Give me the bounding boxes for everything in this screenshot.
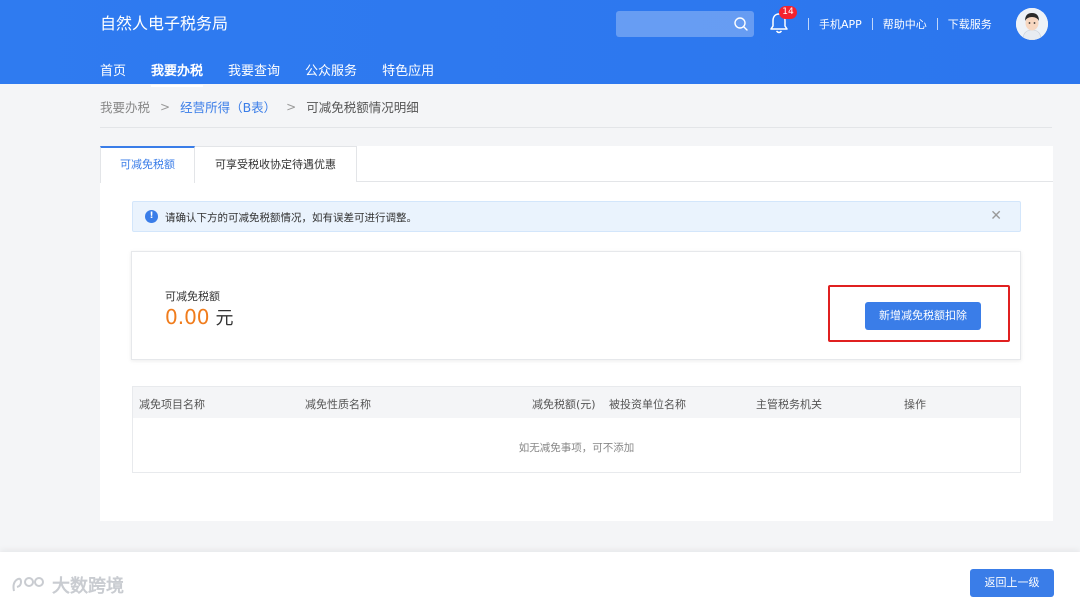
top-header: 自然人电子税务局 14 手机APP 帮助中心 下载服务 首页 我要办税 我要查询 — [0, 0, 1080, 87]
site-brand[interactable]: 自然人电子税务局 — [100, 13, 228, 35]
tab-bar: 可减免税额 可享受税收协定待遇优惠 — [100, 146, 1053, 183]
tab-treaty-benefits[interactable]: 可享受税收协定待遇优惠 — [195, 146, 357, 182]
avatar[interactable] — [1016, 8, 1048, 40]
amount-label: 可减免税额 — [165, 290, 220, 303]
main-nav: 首页 我要办税 我要查询 公众服务 特色应用 — [100, 60, 459, 87]
footer-bar: 大数跨境 返回上一级 — [0, 552, 1080, 606]
column-header: 主管税务机关 — [756, 398, 822, 411]
main-panel: 可减免税额 可享受税收协定待遇优惠 ! 请确认下方的可减免税额情况，如有误差可进… — [100, 146, 1053, 521]
top-links: 手机APP 帮助中心 下载服务 — [798, 16, 992, 32]
notification-badge: 14 — [779, 6, 797, 19]
divider — [871, 18, 873, 30]
amount-unit: 元 — [215, 308, 234, 329]
nav-item-query[interactable]: 我要查询 — [228, 60, 280, 87]
nav-item-tax-filing[interactable]: 我要办税 — [151, 60, 204, 87]
breadcrumb-item-tax-filing[interactable]: 我要办税 — [100, 97, 150, 116]
close-icon[interactable]: ✕ — [990, 208, 1002, 224]
column-header: 被投资单位名称 — [609, 398, 686, 411]
back-button[interactable]: 返回上一级 — [970, 569, 1054, 597]
column-header: 减免性质名称 — [305, 398, 371, 411]
amount-card: 可减免税额 0.00 元 新增减免税额扣除 — [131, 251, 1021, 360]
breadcrumb-item-current: 可减免税额情况明细 — [306, 100, 419, 115]
download-link[interactable]: 下载服务 — [948, 16, 992, 32]
amount-number: 0.00 — [165, 305, 210, 329]
mobile-app-link[interactable]: 手机APP — [819, 16, 862, 32]
user-avatar-icon — [1016, 8, 1048, 40]
breadcrumb-item-business-income[interactable]: 经营所得（B表） — [180, 97, 276, 116]
watermark-logo-icon — [12, 577, 44, 592]
amount-value: 0.00 元 — [165, 304, 234, 330]
alert-text: 请确认下方的可减免税额情况，如有误差可进行调整。 — [165, 212, 417, 224]
watermark-text: 大数跨境 — [52, 576, 124, 597]
nav-item-public-service[interactable]: 公众服务 — [305, 60, 357, 87]
column-header: 减免税额(元) — [532, 398, 596, 411]
search-icon[interactable] — [733, 16, 749, 32]
empty-state-text: 如无减免事项，可不添加 — [518, 442, 635, 454]
help-center-link[interactable]: 帮助中心 — [883, 16, 927, 32]
table-header: 减免项目名称 减免性质名称 减免税额(元) 被投资单位名称 主管税务机关 操作 — [133, 387, 1020, 418]
divider — [808, 18, 809, 30]
add-deduction-button[interactable]: 新增减免税额扣除 — [865, 302, 981, 330]
tab-deductible-tax[interactable]: 可减免税额 — [100, 146, 195, 183]
deduction-table: 减免项目名称 减免性质名称 减免税额(元) 被投资单位名称 主管税务机关 操作 … — [132, 386, 1021, 473]
nav-item-special-apps[interactable]: 特色应用 — [382, 60, 434, 87]
divider — [100, 127, 1052, 128]
chevron-right-icon: > — [160, 99, 171, 114]
breadcrumb: 我要办税 > 经营所得（B表） > 可减免税额情况明细 — [100, 97, 419, 116]
chevron-right-icon: > — [286, 99, 297, 114]
watermark: 大数跨境 — [10, 572, 124, 598]
divider — [936, 18, 938, 30]
nav-item-home[interactable]: 首页 — [100, 60, 126, 87]
column-header: 减免项目名称 — [139, 398, 205, 411]
column-header: 操作 — [904, 398, 926, 411]
info-icon: ! — [145, 210, 158, 223]
search-input[interactable] — [616, 11, 754, 37]
info-alert: ! 请确认下方的可减免税额情况，如有误差可进行调整。 ✕ — [132, 201, 1021, 232]
